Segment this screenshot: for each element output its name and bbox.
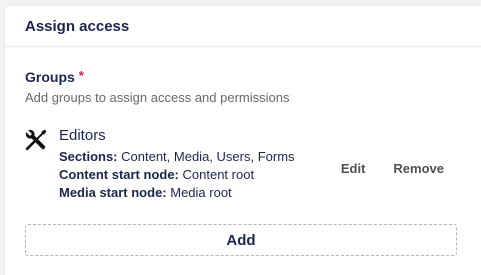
panel-body: Groups * Add groups to assign access and… — [5, 47, 481, 256]
media-start-node-value: Media root — [170, 185, 232, 200]
group-name: Editors — [59, 127, 106, 144]
group-details: Sections: Content, Media, Users, Forms C… — [59, 148, 295, 202]
group-actions: Edit Remove — [341, 161, 444, 176]
media-start-node-label: Media start node: — [59, 185, 167, 200]
assign-access-panel: Assign access Groups * Add groups to ass… — [5, 6, 481, 275]
remove-button[interactable]: Remove — [393, 161, 444, 176]
add-group-button[interactable]: Add — [25, 224, 457, 256]
panel-title: Assign access — [25, 18, 130, 35]
sections-value: Content, Media, Users, Forms — [121, 149, 295, 164]
groups-field-label: Groups * — [25, 68, 457, 85]
groups-field-description: Add groups to assign access and permissi… — [25, 90, 290, 105]
tools-icon — [25, 129, 47, 151]
content-start-node-row: Content start node: Content root — [59, 166, 295, 184]
media-start-node-row: Media start node: Media root — [59, 184, 295, 202]
required-mark: * — [78, 68, 84, 83]
edit-button[interactable]: Edit — [341, 161, 366, 176]
group-info: Editors Sections: Content, Media, Users,… — [59, 127, 295, 202]
panel-header: Assign access — [5, 6, 481, 47]
content-start-node-value: Content root — [182, 167, 255, 182]
sections-row: Sections: Content, Media, Users, Forms — [59, 148, 295, 166]
group-item-editors: Editors Sections: Content, Media, Users,… — [25, 127, 457, 209]
content-start-node-label: Content start node: — [59, 167, 179, 182]
groups-label-text: Groups — [25, 69, 75, 85]
sections-label: Sections: — [59, 149, 118, 164]
